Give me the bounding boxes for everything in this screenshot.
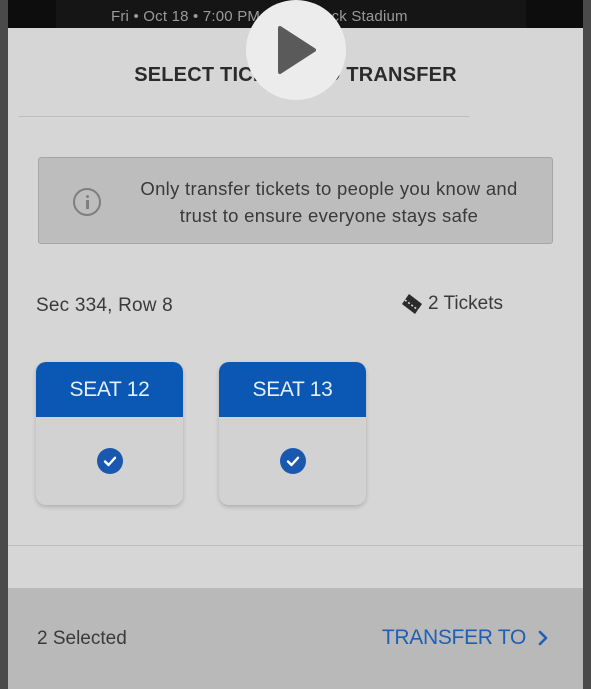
- transfer-to-label: TRANSFER TO: [381, 626, 526, 649]
- check-circle-icon: [279, 448, 306, 474]
- transfer-to-button[interactable]: TRANSFER TO: [382, 626, 548, 650]
- safety-notice: Only transfer tickets to people you know…: [38, 157, 553, 244]
- selected-count: 2 Selected: [37, 628, 127, 649]
- tickets-count-label: 2 Tickets: [428, 293, 503, 314]
- section-row-label: Sec 334, Row 8: [36, 295, 173, 316]
- tickets-count: 2 Tickets: [400, 292, 503, 316]
- video-play-button[interactable]: [246, 0, 346, 100]
- seat-label: SEAT 13: [219, 362, 366, 417]
- right-edge: [583, 0, 591, 689]
- info-icon: [73, 188, 101, 216]
- check-circle-icon: [96, 448, 123, 474]
- footer-bar: 2 Selected TRANSFER TO: [8, 588, 583, 689]
- seat-card-12[interactable]: SEAT 12: [36, 362, 183, 505]
- seat-label: SEAT 12: [36, 362, 183, 417]
- seat-card-13[interactable]: SEAT 13: [219, 362, 366, 505]
- play-icon: [278, 26, 316, 74]
- ticket-icon: [402, 294, 422, 314]
- bottom-divider: [8, 545, 583, 546]
- title-divider: [18, 116, 470, 117]
- transfer-sheet: SELECT TICKETS TO TRANSFER Only transfer…: [8, 28, 583, 689]
- chevron-right-icon: [538, 630, 548, 646]
- left-edge: [0, 0, 8, 689]
- notice-text: Only transfer tickets to people you know…: [140, 178, 518, 226]
